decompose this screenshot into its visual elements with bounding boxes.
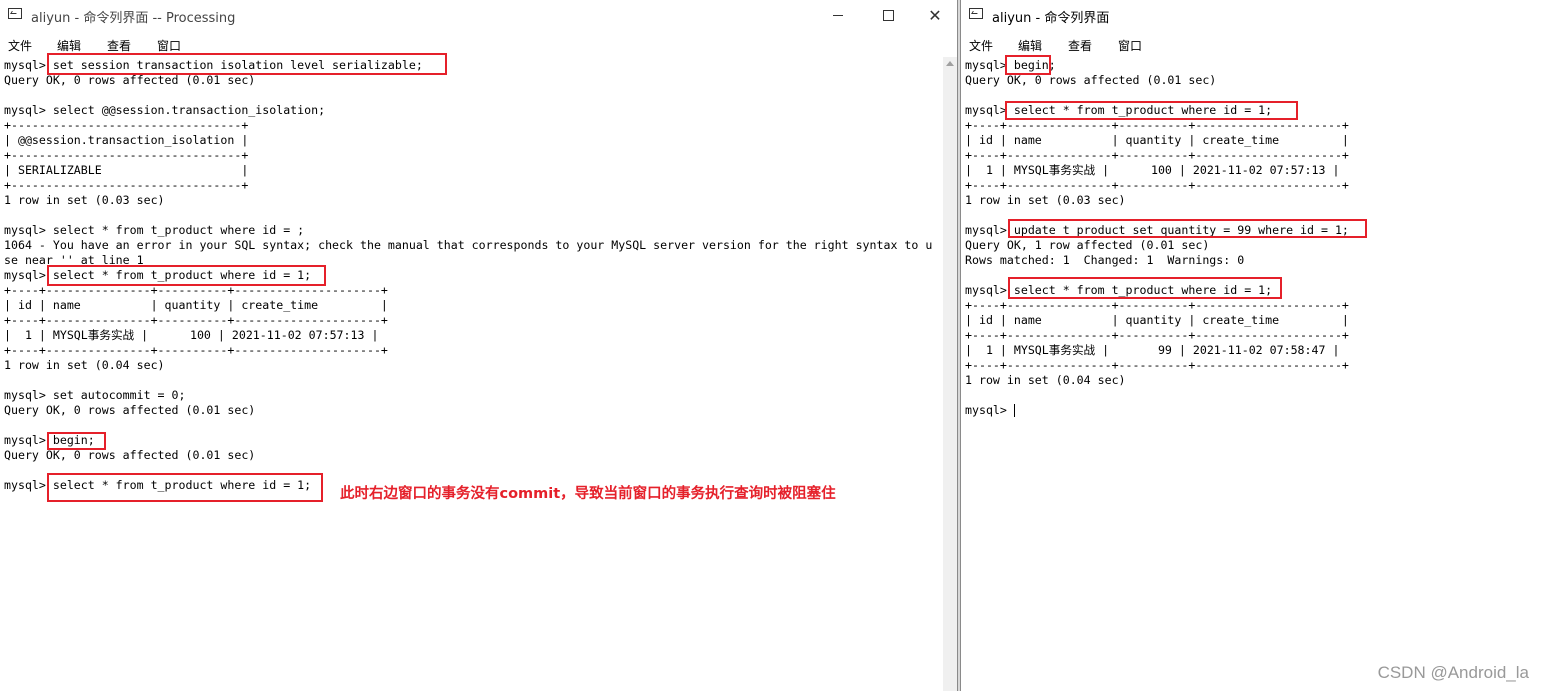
- console-line: +---------------------------------+: [4, 118, 249, 132]
- console-line: Query OK, 0 rows affected (0.01 sec): [4, 448, 256, 462]
- console-line: 1 row in set (0.04 sec): [965, 373, 1126, 387]
- console-line: 1064 - You have an error in your SQL syn…: [4, 238, 933, 252]
- console-line: mysql> select * from t_product where id …: [4, 223, 305, 237]
- title-bar[interactable]: aliyun - 命令列界面: [961, 0, 1543, 31]
- vertical-scrollbar[interactable]: [943, 57, 957, 691]
- terminal-icon: [8, 8, 22, 19]
- title-bar[interactable]: aliyun - 命令列界面 -- Processing ✕: [0, 0, 957, 31]
- console-line: +----+---------------+----------+-------…: [965, 298, 1349, 312]
- menu-edit[interactable]: 编辑: [1018, 37, 1042, 54]
- highlight-box: [47, 53, 447, 75]
- console-line: | id | name | quantity | create_time |: [965, 133, 1349, 147]
- menu-bar: 文件 编辑 查看 窗口: [961, 34, 1543, 54]
- console-line: Query OK, 1 row affected (0.01 sec): [965, 238, 1210, 252]
- console-line: +----+---------------+----------+-------…: [4, 313, 388, 327]
- close-button[interactable]: ✕: [912, 0, 957, 31]
- console-line: mysql>: [965, 403, 1014, 417]
- console-line: +----+---------------+----------+-------…: [965, 358, 1349, 372]
- terminal-icon: [969, 8, 983, 19]
- highlight-box: [1005, 101, 1298, 120]
- console-line: +----+---------------+----------+-------…: [965, 118, 1349, 132]
- csdn-watermark: CSDN @Android_la: [1377, 663, 1529, 682]
- menu-file[interactable]: 文件: [969, 37, 993, 54]
- console-line: | 1 | MYSQL事务实战 | 100 | 2021-11-02 07:57…: [4, 328, 379, 342]
- right-terminal-window: aliyun - 命令列界面 文件 编辑 查看 窗口 mysql> begin;…: [960, 0, 1543, 691]
- console-line: 1 row in set (0.04 sec): [4, 358, 165, 372]
- menu-window[interactable]: 窗口: [1118, 37, 1142, 54]
- console-line: +----+---------------+----------+-------…: [965, 148, 1349, 162]
- text-cursor: [1014, 404, 1015, 417]
- menu-bar: 文件 编辑 查看 窗口: [0, 34, 957, 54]
- menu-file[interactable]: 文件: [8, 37, 32, 54]
- left-terminal-window: aliyun - 命令列界面 -- Processing ✕ 文件 编辑 查看 …: [0, 0, 958, 691]
- maximize-button[interactable]: [865, 0, 911, 31]
- console-line: Query OK, 0 rows affected (0.01 sec): [4, 403, 256, 417]
- highlight-box: [47, 473, 323, 502]
- minimize-button[interactable]: [815, 0, 861, 31]
- highlight-box: [47, 432, 106, 450]
- highlight-box: [1005, 55, 1051, 75]
- console-line: | id | name | quantity | create_time |: [965, 313, 1349, 327]
- menu-view[interactable]: 查看: [1068, 37, 1092, 54]
- console-line: +----+---------------+----------+-------…: [965, 328, 1349, 342]
- console-line: 1 row in set (0.03 sec): [4, 193, 165, 207]
- console-line: +---------------------------------+: [4, 178, 249, 192]
- console-line: +----+---------------+----------+-------…: [4, 343, 388, 357]
- console-line: | 1 | MYSQL事务实战 | 100 | 2021-11-02 07:57…: [965, 163, 1340, 177]
- console-line: mysql> select @@session.transaction_isol…: [4, 103, 326, 117]
- window-title: aliyun - 命令列界面 -- Processing: [31, 11, 236, 26]
- window-title: aliyun - 命令列界面: [992, 11, 1110, 26]
- console-line: Query OK, 0 rows affected (0.01 sec): [4, 73, 256, 87]
- console-line: Query OK, 0 rows affected (0.01 sec): [965, 73, 1217, 87]
- console-line: | @@session.transaction_isolation |: [4, 133, 249, 147]
- console-line: | id | name | quantity | create_time |: [4, 298, 388, 312]
- menu-window[interactable]: 窗口: [157, 37, 181, 54]
- highlight-box: [47, 265, 326, 286]
- menu-edit[interactable]: 编辑: [57, 37, 81, 54]
- console-line: | 1 | MYSQL事务实战 | 99 | 2021-11-02 07:58:…: [965, 343, 1340, 357]
- highlight-box: [1008, 277, 1282, 299]
- console-line: 1 row in set (0.03 sec): [965, 193, 1126, 207]
- menu-view[interactable]: 查看: [107, 37, 131, 54]
- annotation-note: 此时右边窗口的事务没有commit，导致当前窗口的事务执行查询时被阻塞住: [340, 486, 836, 502]
- console-line: +---------------------------------+: [4, 148, 249, 162]
- console-line: | SERIALIZABLE |: [4, 163, 249, 177]
- console-line: Rows matched: 1 Changed: 1 Warnings: 0: [965, 253, 1245, 267]
- highlight-box: [1008, 219, 1367, 238]
- console-line: mysql> set autocommit = 0;: [4, 388, 186, 402]
- console-line: +----+---------------+----------+-------…: [965, 178, 1349, 192]
